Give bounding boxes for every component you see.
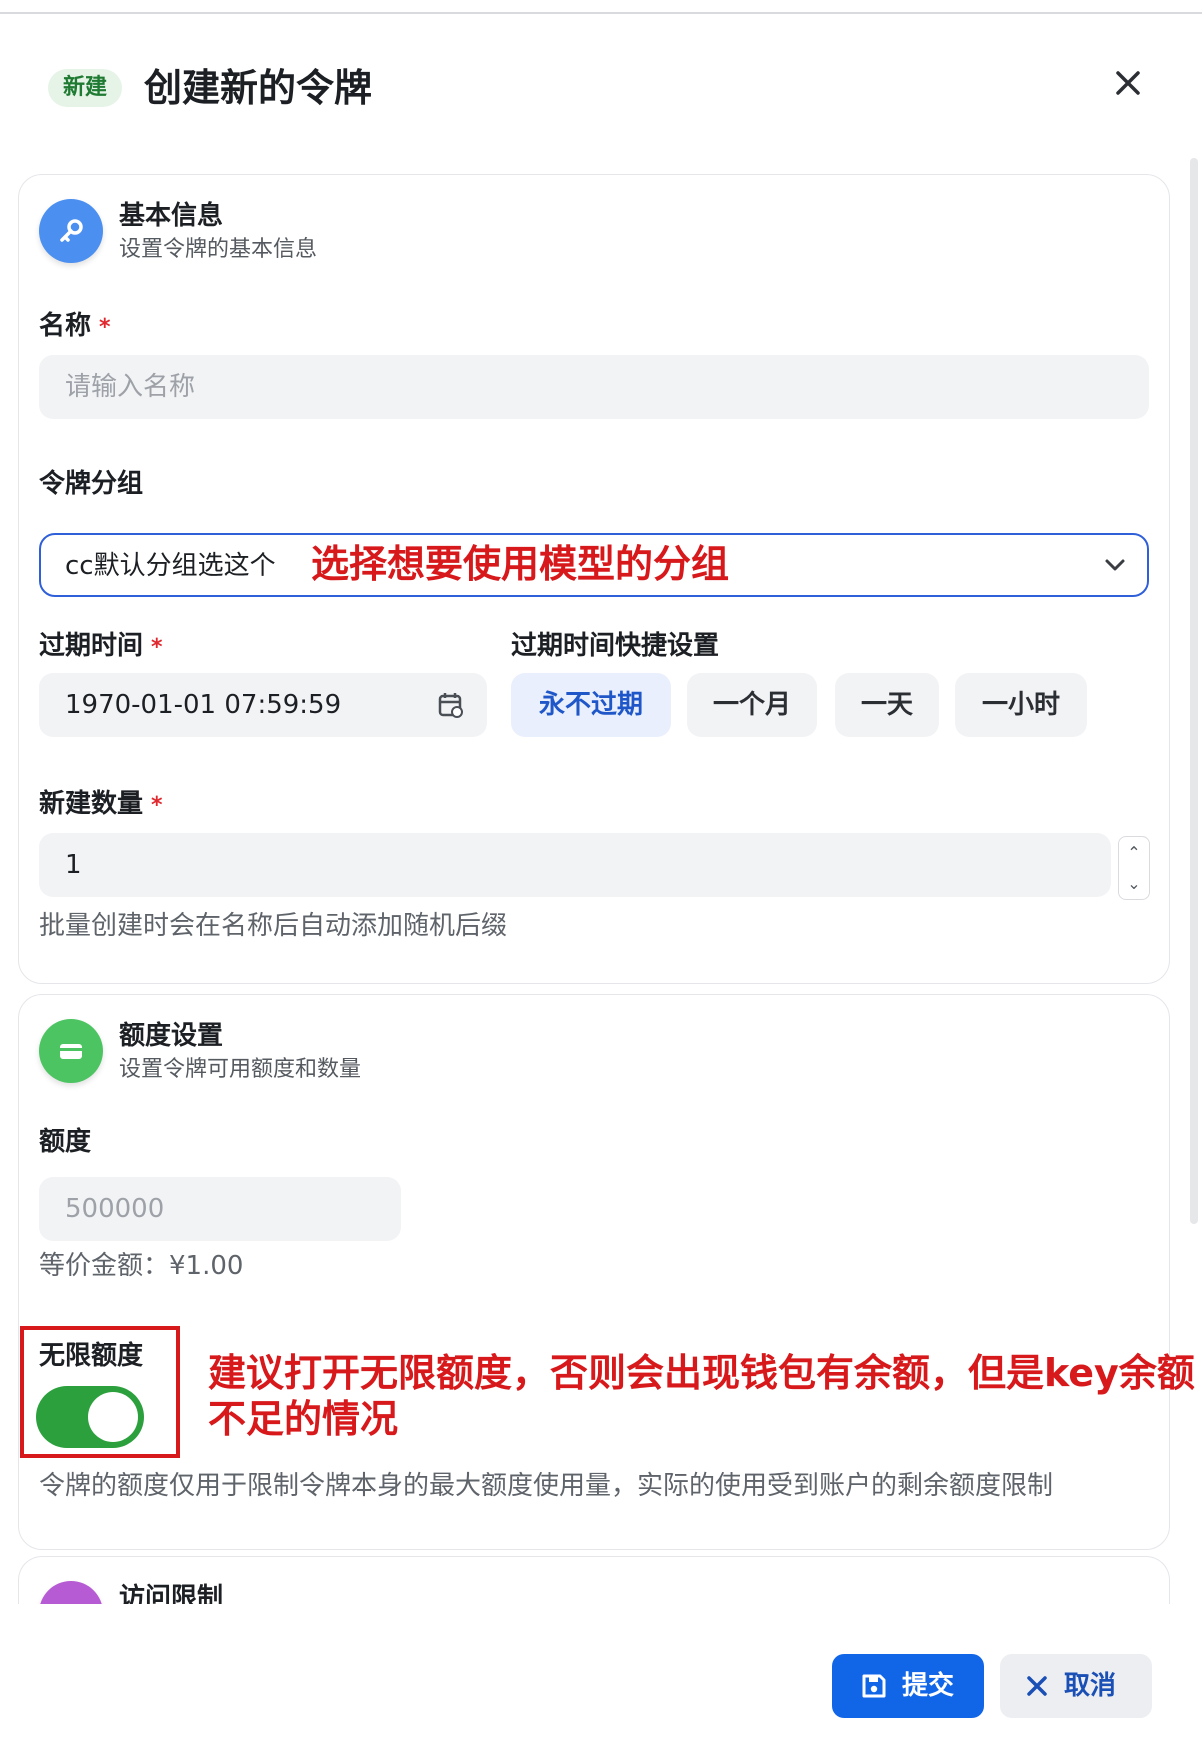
group-select-value: cc默认分组选这个 — [65, 551, 276, 581]
credit-card-icon — [39, 1019, 103, 1083]
scrollbar[interactable] — [1190, 158, 1198, 1224]
close-icon — [1027, 1676, 1047, 1696]
expire-label: 过期时间 * — [39, 631, 163, 661]
quota-label: 额度 — [39, 1127, 92, 1157]
new-tag: 新建 — [48, 69, 123, 107]
quota-hint: 令牌的额度仅用于限制令牌本身的最大额度使用量，实际的使用受到账户的剩余额度限制 — [39, 1471, 1054, 1501]
page-title: 创建新的令牌 — [144, 66, 373, 110]
cancel-button[interactable]: 取消 — [1000, 1654, 1152, 1718]
top-divider — [0, 12, 1202, 14]
basic-info-subtitle: 设置令牌的基本信息 — [119, 237, 318, 262]
count-stepper[interactable]: ⌃ ⌄ — [1118, 836, 1150, 900]
count-label: 新建数量 * — [39, 789, 163, 819]
count-hint: 批量创建时会在名称后自动添加随机后缀 — [39, 911, 508, 941]
modal-header: 新建 创建新的令牌 — [0, 62, 1202, 120]
basic-info-card: 基本信息 设置令牌的基本信息 名称 * 请输入名称 令牌分组 cc默认分组选这个 … — [18, 174, 1170, 984]
quick-label: 过期时间快捷设置 — [511, 631, 720, 661]
quick-hour-button[interactable]: 一小时 — [955, 673, 1087, 737]
equivalent-amount: 等价金额：¥1.00 — [39, 1251, 244, 1281]
chevron-down-icon — [1105, 559, 1125, 571]
stepper-up-icon[interactable]: ⌃ — [1119, 837, 1149, 868]
quick-never-button[interactable]: 永不过期 — [511, 673, 671, 737]
quick-month-button[interactable]: 一个月 — [687, 673, 817, 737]
count-input[interactable]: 1 — [39, 833, 1111, 897]
submit-button[interactable]: 提交 — [832, 1654, 984, 1718]
name-input[interactable]: 请输入名称 — [39, 355, 1149, 419]
expire-input[interactable]: 1970-01-01 07:59:59 — [39, 673, 487, 737]
toggle-knob — [88, 1392, 138, 1442]
group-select[interactable]: cc默认分组选这个 选择想要使用模型的分组 — [39, 533, 1149, 597]
group-label: 令牌分组 — [39, 469, 144, 499]
save-icon — [862, 1674, 886, 1698]
close-icon[interactable] — [1110, 68, 1146, 104]
name-label: 名称 * — [39, 311, 111, 341]
quota-subtitle: 设置令牌可用额度和数量 — [119, 1057, 362, 1082]
key-icon — [39, 199, 103, 263]
quick-day-button[interactable]: 一天 — [835, 673, 939, 737]
quota-title: 额度设置 — [119, 1021, 224, 1051]
quota-card: 额度设置 设置令牌可用额度和数量 额度 500000 等价金额：¥1.00 无限… — [18, 994, 1170, 1550]
basic-info-title: 基本信息 — [119, 201, 224, 231]
stepper-down-icon[interactable]: ⌄ — [1119, 868, 1149, 899]
group-annotation: 选择想要使用模型的分组 — [311, 542, 730, 586]
unlimited-toggle[interactable] — [36, 1386, 144, 1448]
calendar-icon[interactable] — [437, 691, 465, 719]
unlimited-annotation: 建议打开无限额度，否则会出现钱包有余额，但是key余额不足的情况 — [208, 1351, 1195, 1441]
quota-input[interactable]: 500000 — [39, 1177, 401, 1241]
